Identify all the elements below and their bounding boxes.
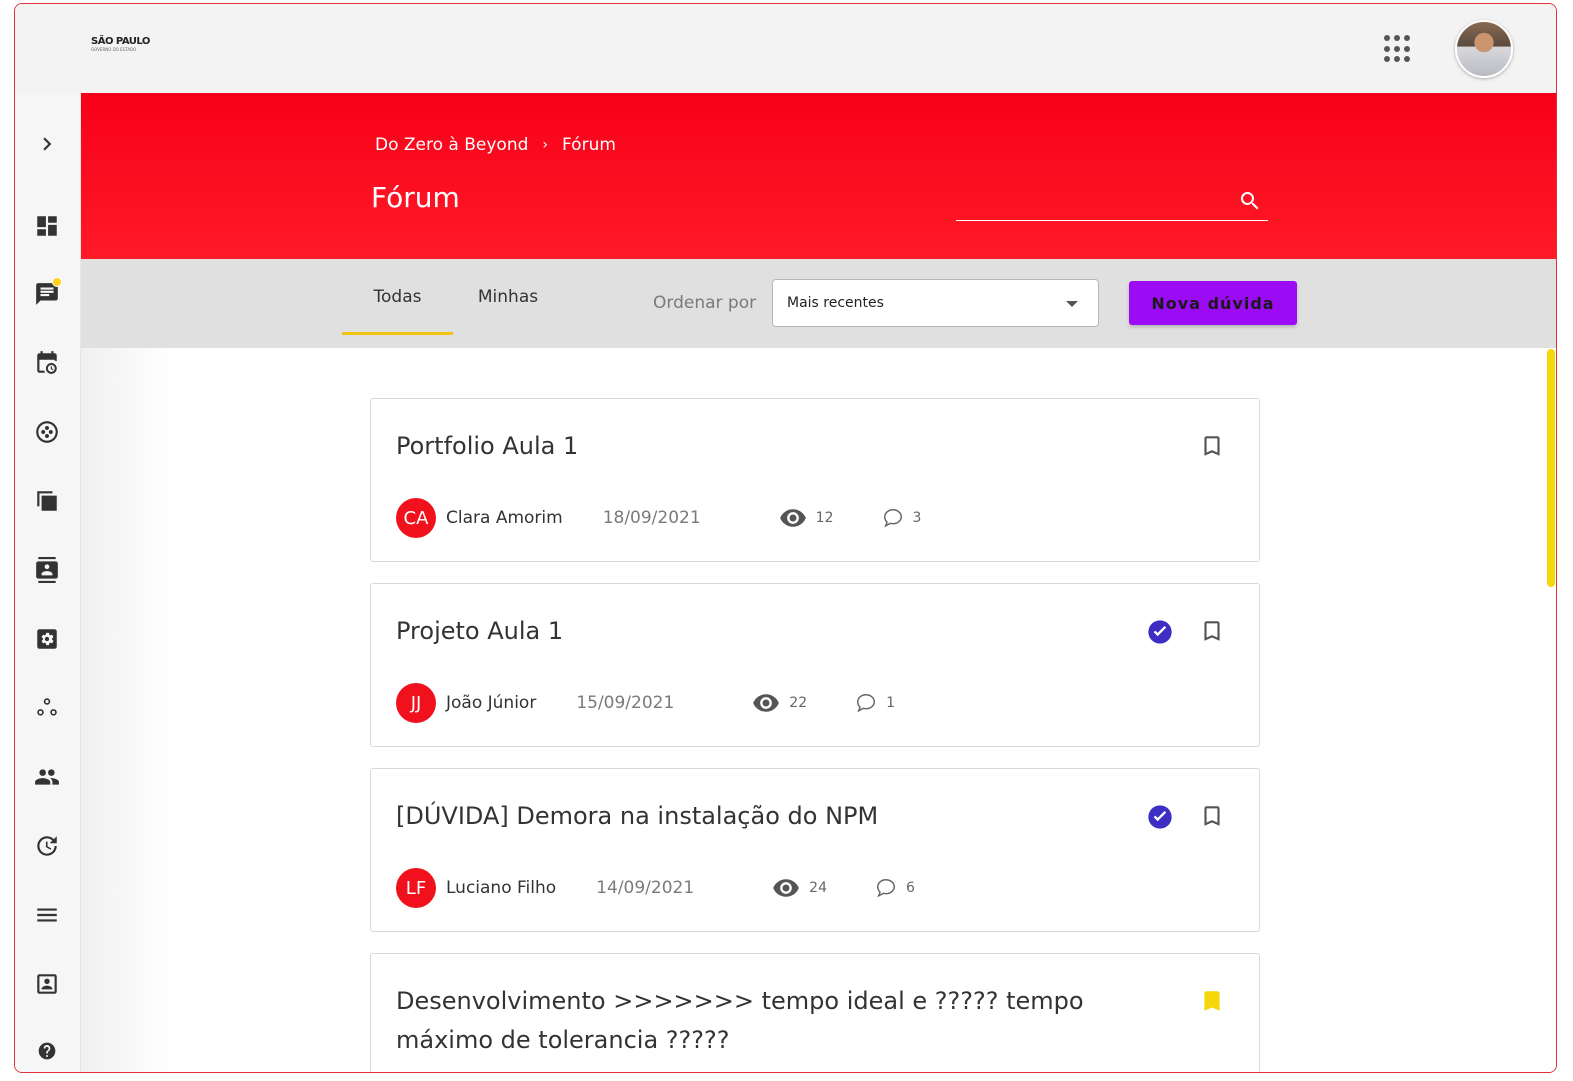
author-name: Clara Amorim bbox=[446, 508, 563, 528]
sidebar-item-history[interactable] bbox=[32, 831, 62, 861]
notification-badge bbox=[52, 277, 62, 287]
views-count: 24 bbox=[809, 880, 827, 896]
post-title: Desenvolvimento >>>>>>> tempo ideal e ??… bbox=[396, 987, 1084, 1054]
order-by-value: Mais recentes bbox=[787, 295, 884, 311]
comments-count: 6 bbox=[906, 880, 915, 896]
bookmark-filled-icon[interactable] bbox=[1199, 988, 1225, 1014]
views-stat: 24 bbox=[772, 874, 827, 902]
post-date: 14/09/2021 bbox=[596, 878, 695, 898]
eye-icon bbox=[753, 694, 780, 712]
sidebar-item-contacts[interactable] bbox=[32, 555, 62, 585]
sidebar-item-groups[interactable] bbox=[32, 693, 62, 723]
author-avatar: LF bbox=[396, 868, 436, 908]
post-meta: JJ João Júnior 15/09/2021 22 1 bbox=[396, 683, 895, 723]
author-name: João Júnior bbox=[446, 693, 537, 713]
sidebar-item-dashboard[interactable] bbox=[32, 211, 62, 241]
hub-icon bbox=[37, 698, 57, 716]
search-icon[interactable] bbox=[1238, 189, 1262, 213]
views-stat: 22 bbox=[752, 689, 807, 717]
sao-paulo-logo[interactable]: SÃO PAULO GOVERNO DO ESTADO bbox=[91, 36, 161, 68]
post-title: Projeto Aula 1 bbox=[396, 617, 564, 645]
sidebar-item-schedule[interactable] bbox=[32, 348, 62, 378]
sidebar-item-help[interactable] bbox=[32, 1036, 62, 1066]
dashboard-icon bbox=[37, 216, 57, 236]
tab-mine[interactable]: Minhas bbox=[453, 259, 563, 335]
chevron-right-icon bbox=[43, 137, 52, 151]
history-icon bbox=[37, 836, 57, 856]
apps-grid-icon[interactable] bbox=[1383, 34, 1413, 64]
app-frame: SÃO PAULO GOVERNO DO ESTADO Do Zero à Be… bbox=[14, 3, 1557, 1073]
comments-stat: 3 bbox=[882, 507, 922, 529]
views-count: 22 bbox=[789, 695, 808, 711]
logo-title: SÃO PAULO bbox=[91, 36, 150, 47]
bookmark-outline-icon[interactable] bbox=[1199, 433, 1225, 459]
caret-down-icon bbox=[1066, 301, 1078, 307]
top-bar: SÃO PAULO GOVERNO DO ESTADO bbox=[15, 4, 1556, 93]
breadcrumb: Do Zero à Beyond › Fórum bbox=[375, 135, 616, 155]
comment-icon bbox=[877, 879, 895, 898]
post-date: 18/09/2021 bbox=[602, 508, 701, 528]
order-by-select[interactable]: Mais recentes bbox=[772, 279, 1099, 327]
logo-subtitle: GOVERNO DO ESTADO bbox=[91, 47, 137, 52]
views-count: 12 bbox=[815, 510, 834, 526]
filter-toolbar: Todas Minhas Ordenar por Mais recentes N… bbox=[81, 259, 1556, 348]
post-date: 15/09/2021 bbox=[576, 693, 675, 713]
help-icon bbox=[38, 1042, 56, 1060]
breadcrumb-separator: › bbox=[542, 137, 548, 153]
sidebar-item-menu[interactable] bbox=[32, 900, 62, 930]
aperture-icon bbox=[36, 421, 58, 443]
eye-icon bbox=[773, 879, 800, 897]
sidebar bbox=[15, 93, 81, 1072]
order-by-label: Ordenar por bbox=[653, 293, 757, 313]
comments-count: 3 bbox=[912, 510, 922, 526]
post-list: Portfolio Aula 1 CA Clara Amorim 18/09/2… bbox=[81, 348, 1556, 1072]
menu-icon bbox=[37, 908, 57, 922]
contact-book-icon bbox=[36, 557, 58, 583]
search-input[interactable] bbox=[956, 185, 1226, 219]
check-circle-icon bbox=[1148, 805, 1172, 829]
user-avatar[interactable] bbox=[1455, 20, 1513, 78]
sidebar-expand-button[interactable] bbox=[32, 129, 62, 159]
comment-icon bbox=[883, 509, 902, 528]
calendar-clock-icon bbox=[37, 351, 57, 374]
bookmark-outline-icon[interactable] bbox=[1199, 618, 1225, 644]
gear-box-icon bbox=[37, 629, 57, 649]
post-meta: LF Luciano Filho 14/09/2021 24 6 bbox=[396, 868, 915, 908]
page-title: Fórum bbox=[371, 181, 460, 214]
tab-all[interactable]: Todas bbox=[342, 259, 453, 335]
comment-icon bbox=[857, 694, 876, 713]
comments-count: 1 bbox=[886, 695, 896, 711]
bookmark-outline-icon[interactable] bbox=[1199, 803, 1225, 829]
breadcrumb-current: Fórum bbox=[562, 135, 616, 155]
forum-header: Do Zero à Beyond › Fórum Fórum bbox=[81, 93, 1556, 259]
sidebar-item-gallery[interactable] bbox=[32, 417, 62, 447]
author-avatar: JJ bbox=[396, 683, 436, 723]
author-name: Luciano Filho bbox=[446, 878, 557, 898]
post-card[interactable]: Projeto Aula 1 JJ João Júnior 15/09/2021… bbox=[370, 583, 1260, 747]
post-card[interactable]: Portfolio Aula 1 CA Clara Amorim 18/09/2… bbox=[370, 398, 1260, 562]
eye-icon bbox=[779, 509, 806, 527]
sidebar-item-profile[interactable] bbox=[32, 969, 62, 999]
post-title: [DÚVIDA] Demora na instalação do NPM bbox=[396, 802, 879, 830]
post-card[interactable]: Desenvolvimento >>>>>>> tempo ideal e ??… bbox=[370, 953, 1260, 1072]
post-card[interactable]: [DÚVIDA] Demora na instalação do NPM LF … bbox=[370, 768, 1260, 932]
comments-stat: 1 bbox=[855, 692, 895, 714]
comments-stat: 6 bbox=[875, 877, 915, 899]
sidebar-item-forum[interactable] bbox=[32, 277, 62, 309]
sidebar-item-people[interactable] bbox=[32, 762, 62, 792]
author-avatar: CA bbox=[396, 498, 436, 538]
stacked-cards-icon bbox=[37, 491, 57, 511]
post-meta: CA Clara Amorim 18/09/2021 12 3 bbox=[396, 498, 921, 538]
sidebar-item-library[interactable] bbox=[32, 486, 62, 516]
post-title: Portfolio Aula 1 bbox=[396, 432, 579, 460]
views-stat: 12 bbox=[779, 504, 834, 532]
account-box-icon bbox=[37, 974, 57, 994]
breadcrumb-parent-link[interactable]: Do Zero à Beyond bbox=[375, 135, 528, 155]
people-icon bbox=[35, 769, 59, 785]
new-question-button[interactable]: Nova dúvida bbox=[1129, 281, 1297, 325]
sidebar-item-settings[interactable] bbox=[32, 624, 62, 654]
check-circle-icon bbox=[1148, 620, 1172, 644]
scrollbar-thumb[interactable] bbox=[1547, 349, 1555, 587]
search-box bbox=[956, 185, 1268, 221]
